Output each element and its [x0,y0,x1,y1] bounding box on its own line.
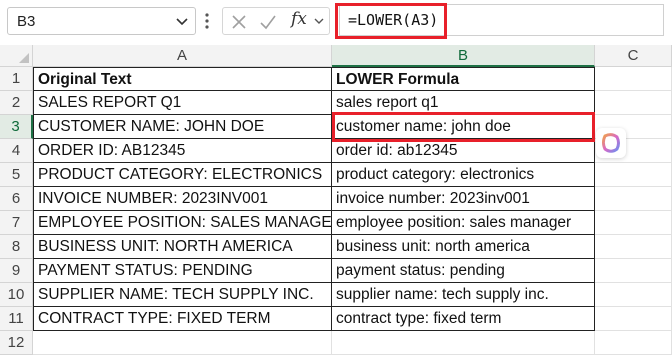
empty-cell[interactable] [595,235,672,259]
column-header-a[interactable]: A [33,45,332,67]
table-cell[interactable]: business unit: north america [332,235,595,259]
empty-cell[interactable] [595,259,672,283]
insert-function-icon[interactable]: fx [291,9,307,29]
spreadsheet-grid: A B C 1 Original Text LOWER Formula 2 SALES … [0,45,672,356]
chevron-down-icon[interactable] [313,15,325,27]
row-header-12[interactable]: 12 [0,331,33,355]
more-vertical-icon[interactable] [205,12,209,30]
row-header-5[interactable]: 5 [0,163,33,187]
row-header-3[interactable]: 3 [0,115,33,139]
empty-cell[interactable] [595,331,672,355]
table-cell[interactable]: invoice number: 2023inv001 [332,187,595,211]
row-header-11[interactable]: 11 [0,307,33,331]
table-cell[interactable]: supplier name: tech supply inc. [332,283,595,307]
table-cell[interactable]: CUSTOMER NAME: JOHN DOE [33,115,332,139]
formula-highlight-box [335,3,447,39]
table-cell[interactable]: payment status: pending [332,259,595,283]
empty-cell[interactable] [595,67,672,91]
name-box[interactable]: B3 [7,7,196,35]
column-header-c[interactable]: C [595,45,672,67]
table-cell[interactable]: INVOICE NUMBER: 2023INV001 [33,187,332,211]
empty-cell[interactable] [595,307,672,331]
table-cell[interactable]: product category: electronics [332,163,595,187]
formula-buttons: fx [222,7,330,35]
table-cell[interactable]: CONTRACT TYPE: FIXED TERM [33,307,332,331]
empty-cell[interactable] [595,163,672,187]
header-cell-original-text[interactable]: Original Text [33,67,332,91]
empty-cell[interactable] [33,331,332,355]
row-header-1[interactable]: 1 [0,67,33,91]
cancel-x-icon[interactable] [230,13,248,31]
row-header-7[interactable]: 7 [0,211,33,235]
select-all-button[interactable] [0,45,33,67]
table-cell[interactable]: order id: ab12345 [332,139,595,163]
row-header-9[interactable]: 9 [0,259,33,283]
table-cell[interactable]: PRODUCT CATEGORY: ELECTRONICS [33,163,332,187]
table-cell[interactable]: employee position: sales manager [332,211,595,235]
row-header-10[interactable]: 10 [0,283,33,307]
row-header-6[interactable]: 6 [0,187,33,211]
table-cell[interactable]: EMPLOYEE POSITION: SALES MANAGER [33,211,332,235]
empty-cell[interactable] [595,187,672,211]
column-header-b[interactable]: B [332,45,595,67]
table-cell[interactable]: contract type: fixed term [332,307,595,331]
row-header-2[interactable]: 2 [0,91,33,115]
table-cell[interactable]: BUSINESS UNIT: NORTH AMERICA [33,235,332,259]
table-cell[interactable]: SALES REPORT Q1 [33,91,332,115]
selected-cell-highlight [332,112,595,142]
row-header-4[interactable]: 4 [0,139,33,163]
empty-cell[interactable] [332,331,595,355]
table-cell[interactable]: SUPPLIER NAME: TECH SUPPLY INC. [33,283,332,307]
row-header-8[interactable]: 8 [0,235,33,259]
empty-cell[interactable] [595,211,672,235]
formula-bar: B3 fx =LOWER(A3) [0,0,672,42]
header-cell-lower-formula[interactable]: LOWER Formula [332,67,595,91]
empty-cell[interactable] [595,91,672,115]
empty-cell[interactable] [595,283,672,307]
table-cell[interactable]: ORDER ID: AB12345 [33,139,332,163]
enter-check-icon[interactable] [259,13,277,31]
chevron-down-icon[interactable] [175,14,189,28]
table-cell[interactable]: PAYMENT STATUS: PENDING [33,259,332,283]
copilot-icon[interactable] [596,128,626,158]
name-box-value: B3 [17,13,36,30]
